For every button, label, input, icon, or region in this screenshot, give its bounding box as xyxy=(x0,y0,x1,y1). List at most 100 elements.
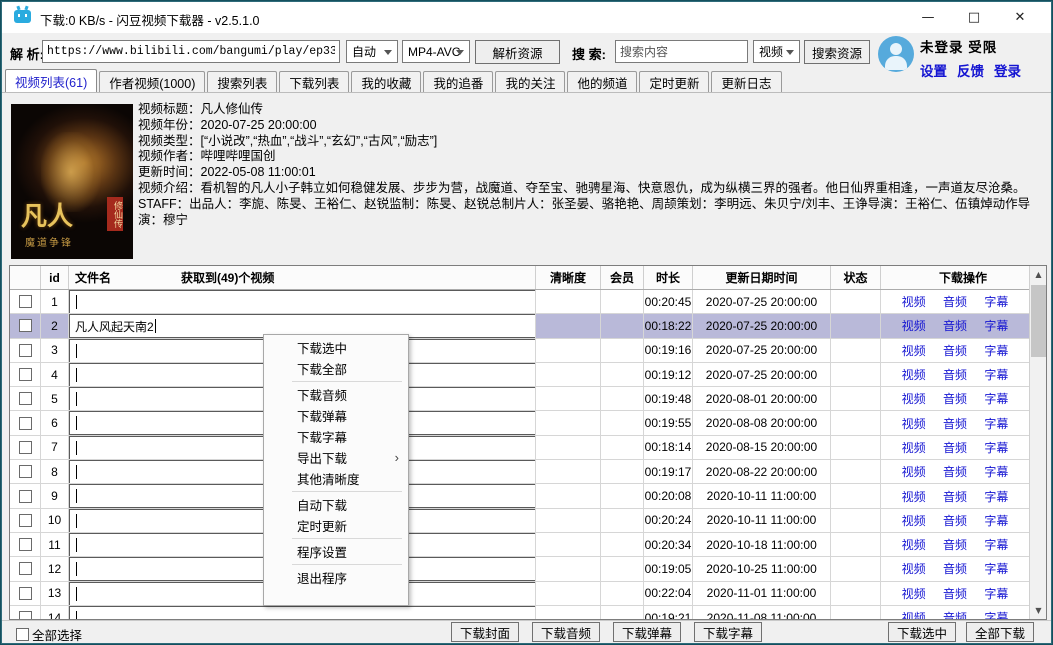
bottom-button[interactable]: 下载封面 xyxy=(451,622,519,642)
menu-item[interactable]: 定时更新 › xyxy=(264,515,408,536)
op-link[interactable]: 视频 xyxy=(902,536,926,553)
op-link[interactable]: 音频 xyxy=(943,609,967,619)
scroll-up-icon[interactable]: ▲ xyxy=(1030,266,1047,283)
table-row[interactable]: 14 凡人风起天南14 00:19:21 2020-11-08 11:00:00… xyxy=(10,606,1029,619)
table-row[interactable]: 8 凡人风起天南8 00:19:17 2020-08-22 20:00:00 视… xyxy=(10,460,1029,484)
op-link[interactable]: 字幕 xyxy=(984,317,1008,334)
row-check-cell[interactable] xyxy=(10,557,41,580)
select-all-checkbox[interactable]: 全部选择 xyxy=(16,625,82,644)
menu-item[interactable]: 导出下载 › xyxy=(264,447,408,468)
mode-select[interactable]: 自动 xyxy=(346,40,398,63)
header-duration[interactable]: 时长 xyxy=(644,266,693,289)
menu-item[interactable]: 下载音频 › xyxy=(264,384,408,405)
header-filename[interactable]: 文件名 获取到(49)个视频 xyxy=(69,266,536,289)
op-link[interactable]: 视频 xyxy=(902,366,926,383)
table-row[interactable]: 11 凡人风起天南11 00:20:34 2020-10-18 11:00:00… xyxy=(10,533,1029,557)
table-row[interactable]: 1 凡人风起天南1 00:20:45 2020-07-25 20:00:00 视… xyxy=(10,290,1029,314)
menu-item[interactable]: 下载弹幕 › xyxy=(264,405,408,426)
tab[interactable]: 搜索列表 xyxy=(207,71,277,92)
op-link[interactable]: 视频 xyxy=(902,585,926,602)
table-row[interactable]: 12 凡人风起天南12 00:19:05 2020-10-25 11:00:00… xyxy=(10,557,1029,581)
table-row[interactable]: 9 凡人风起天南9 00:20:08 2020-10-11 11:00:00 视… xyxy=(10,484,1029,508)
op-link[interactable]: 音频 xyxy=(943,585,967,602)
op-link[interactable]: 视频 xyxy=(902,609,926,619)
op-link[interactable]: 音频 xyxy=(943,415,967,432)
table-row[interactable]: 10 凡人风起天南10 00:20:24 2020-10-11 11:00:00… xyxy=(10,509,1029,533)
tab[interactable]: 更新日志 xyxy=(711,71,781,92)
table-row[interactable]: 13 凡人风起天南13 00:22:04 2020-11-01 11:00:00… xyxy=(10,582,1029,606)
op-link[interactable]: 视频 xyxy=(902,415,926,432)
op-link[interactable]: 字幕 xyxy=(984,609,1008,619)
op-link[interactable]: 音频 xyxy=(943,488,967,505)
op-link[interactable]: 音频 xyxy=(943,342,967,359)
user-avatar-icon[interactable] xyxy=(878,36,914,72)
bottom-button[interactable]: 下载弹幕 xyxy=(613,622,681,642)
search-type-select[interactable]: 视频 xyxy=(753,40,800,63)
tab[interactable]: 定时更新 xyxy=(639,71,709,92)
op-link[interactable]: 视频 xyxy=(902,317,926,334)
filename-edit-input[interactable] xyxy=(69,290,536,313)
menu-item[interactable]: 程序设置 › xyxy=(264,541,408,562)
row-check-cell[interactable] xyxy=(10,314,41,337)
row-check-cell[interactable] xyxy=(10,411,41,434)
close-button[interactable]: ✕ xyxy=(997,2,1043,33)
format-select[interactable]: MP4-AVC xyxy=(402,40,470,63)
op-link[interactable]: 音频 xyxy=(943,463,967,480)
header-id[interactable]: id xyxy=(41,266,69,289)
header-status[interactable]: 状态 xyxy=(831,266,881,289)
bottom-button[interactable]: 下载字幕 xyxy=(694,622,762,642)
op-link[interactable]: 字幕 xyxy=(984,488,1008,505)
op-link[interactable]: 字幕 xyxy=(984,342,1008,359)
op-link[interactable]: 字幕 xyxy=(984,585,1008,602)
table-row[interactable]: 7 凡人风起天南7 00:18:14 2020-08-15 20:00:00 视… xyxy=(10,436,1029,460)
row-check-cell[interactable] xyxy=(10,290,41,313)
op-link[interactable]: 字幕 xyxy=(984,415,1008,432)
menu-item[interactable]: 下载选中 › xyxy=(264,337,408,358)
op-link[interactable]: 音频 xyxy=(943,560,967,577)
op-link[interactable]: 字幕 xyxy=(984,293,1008,310)
op-link[interactable]: 视频 xyxy=(902,293,926,310)
op-link[interactable]: 字幕 xyxy=(984,390,1008,407)
header-quality[interactable]: 清晰度 xyxy=(536,266,601,289)
header-vip[interactable]: 会员 xyxy=(601,266,644,289)
op-link[interactable]: 视频 xyxy=(902,463,926,480)
tab[interactable]: 下载列表 xyxy=(279,71,349,92)
op-link[interactable]: 字幕 xyxy=(984,560,1008,577)
op-link[interactable]: 视频 xyxy=(902,342,926,359)
row-check-cell[interactable] xyxy=(10,387,41,410)
op-link[interactable]: 字幕 xyxy=(984,512,1008,529)
table-row[interactable]: 6 凡人风起天南6 00:19:55 2020-08-08 20:00:00 视… xyxy=(10,411,1029,435)
row-check-cell[interactable] xyxy=(10,363,41,386)
bottom-button[interactable]: 下载选中 xyxy=(888,622,956,642)
op-link[interactable]: 视频 xyxy=(902,512,926,529)
op-link[interactable]: 字幕 xyxy=(984,463,1008,480)
filename-edit-input[interactable] xyxy=(69,606,536,619)
maximize-button[interactable]: □ xyxy=(951,2,997,33)
row-check-cell[interactable] xyxy=(10,339,41,362)
row-check-cell[interactable] xyxy=(10,460,41,483)
tab[interactable]: 我的追番 xyxy=(423,71,493,92)
tab[interactable]: 视频列表(61) xyxy=(5,69,97,92)
tab[interactable]: 他的频道 xyxy=(567,71,637,92)
parse-resource-button[interactable]: 解析资源 xyxy=(475,40,560,64)
url-input[interactable] xyxy=(42,40,340,63)
op-link[interactable]: 音频 xyxy=(943,512,967,529)
filename-cell[interactable]: 凡人风起天南14 xyxy=(69,606,536,619)
menu-item[interactable]: 其他清晰度 › xyxy=(264,468,408,489)
vertical-scrollbar[interactable]: ▲ ▼ xyxy=(1029,266,1046,619)
op-link[interactable]: 音频 xyxy=(943,366,967,383)
scrollbar-thumb[interactable] xyxy=(1031,285,1046,357)
tab[interactable]: 我的关注 xyxy=(495,71,565,92)
title-bar[interactable]: 下载:0 KB/s - 闪豆视频下载器 - v2.5.1.0 — □ ✕ xyxy=(2,2,1051,33)
op-link[interactable]: 视频 xyxy=(902,560,926,577)
bottom-button[interactable]: 下载音频 xyxy=(532,622,600,642)
table-row[interactable]: 5 凡人风起天南5 00:19:48 2020-08-01 20:00:00 视… xyxy=(10,387,1029,411)
row-check-cell[interactable] xyxy=(10,606,41,619)
header-ops[interactable]: 下载操作 xyxy=(881,266,1046,289)
menu-item[interactable]: 下载全部 › xyxy=(264,358,408,379)
scroll-down-icon[interactable]: ▼ xyxy=(1030,602,1047,619)
op-link[interactable]: 视频 xyxy=(902,488,926,505)
op-link[interactable]: 字幕 xyxy=(984,536,1008,553)
search-resource-button[interactable]: 搜索资源 xyxy=(804,40,870,64)
op-link[interactable]: 字幕 xyxy=(984,366,1008,383)
